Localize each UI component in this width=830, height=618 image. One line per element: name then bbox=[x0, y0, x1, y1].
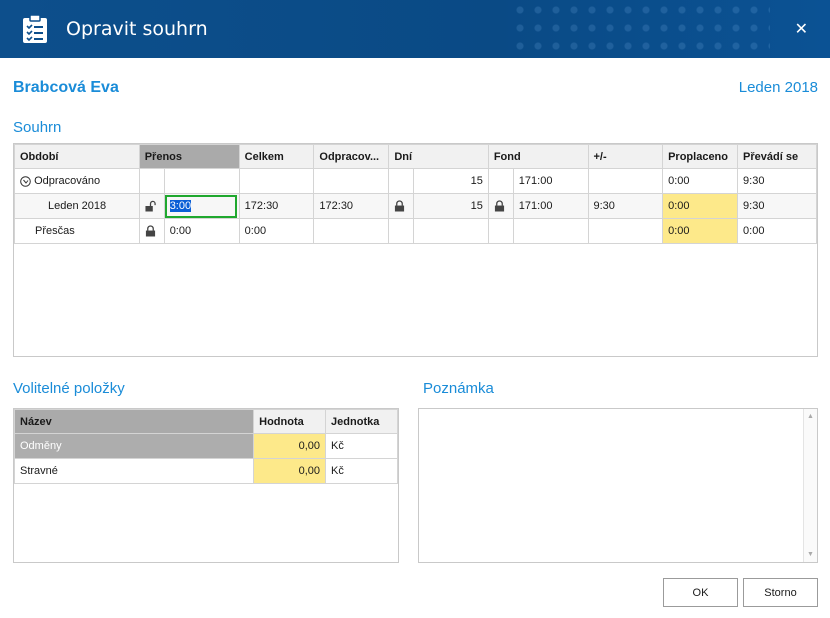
dni-cell bbox=[413, 218, 489, 244]
note-section-title: Poznámka bbox=[423, 380, 494, 397]
clipboard-checklist-icon bbox=[23, 14, 47, 43]
col-header-obdobi[interactable]: Období bbox=[14, 144, 140, 169]
table-row[interactable]: Odpracováno 15 171:00 0:00 9:30 bbox=[14, 168, 817, 194]
proplaceno-cell[interactable]: 0:00 bbox=[662, 218, 739, 244]
proplaceno-cell[interactable]: 0:00 bbox=[662, 193, 739, 219]
optional-unit-cell: Kč bbox=[325, 458, 398, 484]
odpracovano-cell bbox=[313, 218, 390, 244]
odpracovano-cell bbox=[313, 168, 390, 194]
scroll-down-icon[interactable]: ▼ bbox=[807, 551, 814, 558]
optional-table: Název Hodnota Jednotka Odměny 0,00 Kč St… bbox=[14, 409, 398, 484]
celkem-cell bbox=[238, 168, 315, 194]
prenos-input[interactable]: 3:00 bbox=[165, 194, 237, 218]
optional-value-cell[interactable]: 0,00 bbox=[253, 458, 327, 484]
col-header-diff[interactable]: +/- bbox=[587, 144, 664, 169]
title-bar: Opravit souhrn ✕ bbox=[0, 0, 830, 58]
col-header-jednotka[interactable]: Jednotka bbox=[325, 409, 398, 434]
summary-header-row: Období Přenos Celkem Odpracov... Dní Fon… bbox=[14, 144, 817, 169]
optional-section-title: Volitelné položky bbox=[13, 380, 125, 397]
col-header-celkem[interactable]: Celkem bbox=[238, 144, 315, 169]
celkem-cell: 172:30 bbox=[238, 193, 315, 219]
col-header-prenos[interactable]: Přenos bbox=[138, 144, 240, 169]
window-title: Opravit souhrn bbox=[66, 18, 208, 40]
summary-grid[interactable]: Období Přenos Celkem Odpracov... Dní Fon… bbox=[13, 143, 818, 357]
optional-value-cell[interactable]: 0,00 bbox=[253, 433, 327, 459]
lock-cell bbox=[487, 218, 514, 244]
note-textarea[interactable]: ▲ ▼ bbox=[418, 408, 818, 563]
row-label-cell: Odpracováno bbox=[14, 168, 140, 194]
lock-cell bbox=[138, 193, 165, 219]
col-header-hodnota[interactable]: Hodnota bbox=[253, 409, 327, 434]
prevadi-cell: 9:30 bbox=[737, 193, 817, 219]
diff-cell bbox=[587, 168, 664, 194]
diff-cell bbox=[587, 218, 664, 244]
row-label: Leden 2018 bbox=[14, 193, 140, 219]
period-label: Leden 2018 bbox=[738, 79, 818, 96]
unlock-icon[interactable] bbox=[145, 200, 156, 212]
row-label: Odpracováno bbox=[34, 175, 101, 187]
table-row[interactable]: Odměny 0,00 Kč bbox=[14, 433, 398, 459]
lock-cell bbox=[138, 168, 165, 194]
collapse-toggle-icon[interactable] bbox=[20, 175, 31, 187]
table-row[interactable]: Leden 2018 3:00 172:30 172:30 15 171:00 … bbox=[14, 193, 817, 219]
lock-icon[interactable] bbox=[394, 200, 405, 212]
ok-button[interactable]: OK bbox=[663, 578, 738, 607]
note-scrollbar[interactable]: ▲ ▼ bbox=[803, 409, 817, 562]
note-text bbox=[419, 409, 817, 417]
lock-cell bbox=[388, 218, 415, 244]
close-button[interactable]: ✕ bbox=[795, 19, 808, 39]
fond-cell: 171:00 bbox=[512, 193, 589, 219]
optional-grid[interactable]: Název Hodnota Jednotka Odměny 0,00 Kč St… bbox=[13, 408, 399, 563]
col-header-proplaceno[interactable]: Proplaceno bbox=[662, 144, 739, 169]
prenos-cell[interactable] bbox=[163, 168, 240, 194]
fond-cell bbox=[512, 218, 589, 244]
row-label: Přesčas bbox=[14, 218, 140, 244]
optional-header-row: Název Hodnota Jednotka bbox=[14, 409, 398, 434]
lock-cell bbox=[388, 193, 415, 219]
optional-name-cell: Stravné bbox=[14, 458, 255, 484]
lock-cell bbox=[138, 218, 165, 244]
table-row[interactable]: Přesčas 0:00 0:00 0:00 0:00 bbox=[14, 218, 817, 244]
lock-icon[interactable] bbox=[494, 200, 505, 212]
lock-cell bbox=[487, 193, 514, 219]
prenos-edit-cell[interactable]: 3:00 bbox=[163, 193, 240, 219]
scroll-up-icon[interactable]: ▲ bbox=[807, 413, 814, 420]
optional-unit-cell: Kč bbox=[325, 433, 398, 459]
prenos-cell[interactable]: 0:00 bbox=[163, 218, 240, 244]
col-header-odpracovano[interactable]: Odpracov... bbox=[313, 144, 390, 169]
dni-cell: 15 bbox=[413, 193, 489, 219]
diff-cell: 9:30 bbox=[587, 193, 664, 219]
col-header-prevadi[interactable]: Převádí se bbox=[737, 144, 817, 169]
employee-name: Brabcová Eva bbox=[13, 79, 119, 96]
proplaceno-cell[interactable]: 0:00 bbox=[662, 168, 739, 194]
col-header-nazev[interactable]: Název bbox=[14, 409, 255, 434]
fond-cell: 171:00 bbox=[512, 168, 589, 194]
summary-section-title: Souhrn bbox=[13, 119, 62, 136]
col-header-fond[interactable]: Fond bbox=[487, 144, 589, 169]
optional-name-cell: Odměny bbox=[14, 433, 255, 459]
cancel-button[interactable]: Storno bbox=[743, 578, 818, 607]
prevadi-cell: 0:00 bbox=[737, 218, 817, 244]
table-row[interactable]: Stravné 0,00 Kč bbox=[14, 458, 398, 484]
title-bar-pattern bbox=[510, 0, 770, 58]
celkem-cell: 0:00 bbox=[238, 218, 315, 244]
lock-cell bbox=[487, 168, 514, 194]
odpracovano-cell: 172:30 bbox=[313, 193, 390, 219]
lock-cell bbox=[388, 168, 415, 194]
col-header-dni[interactable]: Dní bbox=[388, 144, 489, 169]
dni-cell: 15 bbox=[413, 168, 489, 194]
lock-icon[interactable] bbox=[145, 225, 156, 237]
prevadi-cell: 9:30 bbox=[737, 168, 817, 194]
summary-table: Období Přenos Celkem Odpracov... Dní Fon… bbox=[14, 144, 817, 244]
